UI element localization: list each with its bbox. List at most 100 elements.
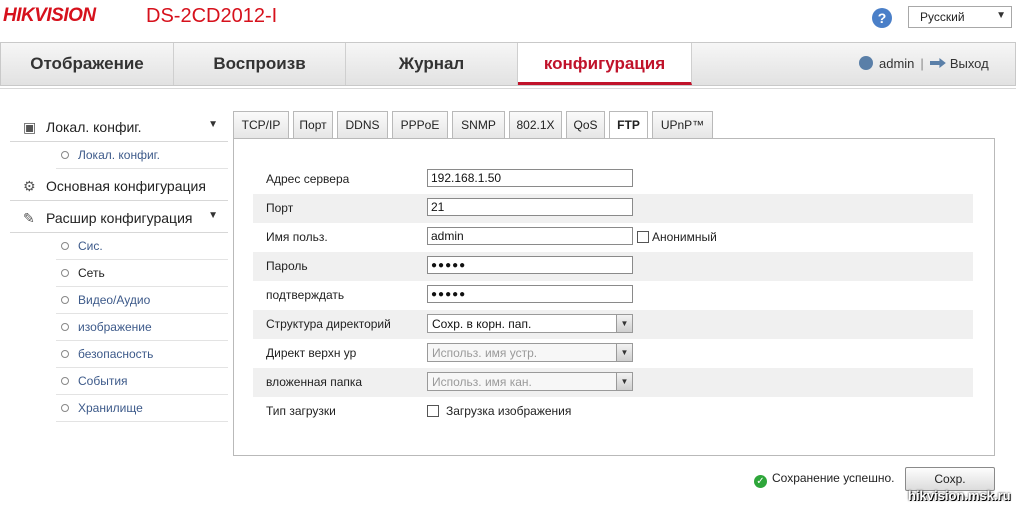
sidebar-item-label: Локал. конфиг. xyxy=(78,148,160,162)
sidebar-item-local-config[interactable]: Локал. конфиг. xyxy=(56,142,228,169)
top-header: HIKVISION DS-2CD2012-I ? Русский ▼ xyxy=(0,0,1024,38)
bullet-icon xyxy=(61,350,69,358)
bullet-icon xyxy=(61,269,69,277)
subtab-upnp[interactable]: UPnP™ xyxy=(652,111,713,138)
sidebar-item-label: Сеть xyxy=(78,266,105,280)
wrench-icon: ✎ xyxy=(23,210,35,226)
chevron-down-icon: ▼ xyxy=(616,315,632,332)
subtab-tcpip[interactable]: TCP/IP xyxy=(233,111,289,138)
chevron-down-icon: ▼ xyxy=(996,10,1006,21)
bullet-icon xyxy=(61,296,69,304)
row-server-address: Адрес сервера 192.168.1.50 xyxy=(253,165,973,194)
row-upload-type: Тип загрузки Загрузка изображения xyxy=(253,397,973,426)
check-icon: ✓ xyxy=(754,475,767,488)
row-password: Пароль ●●●●● xyxy=(253,252,973,281)
anonymous-checkbox[interactable] xyxy=(637,231,649,243)
sidebar-section-basic[interactable]: ⚙ Основная конфигурация xyxy=(10,169,228,201)
device-model: DS-2CD2012-I xyxy=(146,5,278,27)
subtab-pppoe[interactable]: PPPoE xyxy=(392,111,448,138)
brand-logo: HIKVISION xyxy=(3,5,96,26)
header-divider xyxy=(0,88,1016,89)
sidebar-item-label: События xyxy=(78,374,128,388)
sidebar-item-storage[interactable]: Хранилище xyxy=(56,395,228,422)
row-dir-structure: Структура директорий Сохр. в корн. пап. … xyxy=(253,310,973,339)
chevron-down-icon: ▼ xyxy=(208,210,218,221)
bullet-icon xyxy=(61,377,69,385)
child-dir-label: вложенная папка xyxy=(266,375,363,389)
tab-display[interactable]: Отображение xyxy=(1,43,174,85)
chevron-down-icon: ▼ xyxy=(616,344,632,361)
password-label: Пароль xyxy=(266,259,308,273)
bullet-icon xyxy=(61,242,69,250)
port-label: Порт xyxy=(266,201,294,215)
logout-icon xyxy=(929,58,946,68)
row-port: Порт 21 xyxy=(253,194,973,223)
monitor-icon: ▣ xyxy=(23,119,37,135)
upload-image-label: Загрузка изображения xyxy=(446,404,572,418)
row-parent-dir: Директ верхн ур Использ. имя устр. ▼ xyxy=(253,339,973,368)
watermark: hikvision.msk.ru xyxy=(908,488,1011,503)
main-nav: Отображение Воспроизв Журнал конфигураци… xyxy=(0,42,1016,86)
child-dir-value: Использ. имя кан. xyxy=(432,375,532,389)
port-input[interactable]: 21 xyxy=(427,198,633,216)
dir-structure-label: Структура директорий xyxy=(266,317,391,331)
subtab-qos[interactable]: QoS xyxy=(566,111,605,138)
subtab-ddns[interactable]: DDNS xyxy=(337,111,388,138)
username-label: Имя польз. xyxy=(266,230,328,244)
sidebar-item-image[interactable]: изображение xyxy=(56,314,228,341)
chevron-down-icon: ▼ xyxy=(208,119,218,130)
sidebar-item-video-audio[interactable]: Видео/Аудио xyxy=(56,287,228,314)
logout-link[interactable]: Выход xyxy=(929,56,989,71)
sidebar-item-label: Видео/Аудио xyxy=(78,293,151,307)
sidebar-section-local[interactable]: ▣ Локал. конфиг. ▼ xyxy=(10,110,228,142)
upload-image-checkbox[interactable] xyxy=(427,405,439,417)
confirm-password-input[interactable]: ●●●●● xyxy=(427,285,633,303)
anonymous-label: Анонимный xyxy=(652,230,717,244)
server-address-input[interactable]: 192.168.1.50 xyxy=(427,169,633,187)
sidebar-item-security[interactable]: безопасность xyxy=(56,341,228,368)
logout-label: Выход xyxy=(949,56,989,71)
sidebar-section-label: Основная конфигурация xyxy=(46,178,206,194)
user-box: admin | Выход xyxy=(859,56,989,71)
sidebar-section-advanced[interactable]: ✎ Расшир конфигурация ▼ xyxy=(10,201,228,233)
language-select[interactable]: Русский ▼ xyxy=(908,6,1012,28)
sidebar-item-label: безопасность xyxy=(78,347,154,361)
parent-dir-value: Использ. имя устр. xyxy=(432,346,538,360)
parent-dir-label: Директ верхн ур xyxy=(266,346,357,360)
sidebar-item-label: Сис. xyxy=(78,239,103,253)
subtab-snmp[interactable]: SNMP xyxy=(452,111,505,138)
confirm-label: подтверждать xyxy=(266,288,345,302)
dir-structure-select[interactable]: Сохр. в корн. пап. ▼ xyxy=(427,314,633,333)
sidebar-item-events[interactable]: События xyxy=(56,368,228,395)
separator: | xyxy=(920,56,924,71)
sidebar-item-network[interactable]: Сеть xyxy=(56,260,228,287)
subtab-8021x[interactable]: 802.1X xyxy=(509,111,562,138)
help-icon[interactable]: ? xyxy=(872,8,892,28)
sidebar-section-label: Локал. конфиг. xyxy=(46,119,142,135)
save-status-text: Сохранение успешно. xyxy=(772,471,895,485)
sidebar-item-system[interactable]: Сис. xyxy=(56,233,228,260)
chevron-down-icon: ▼ xyxy=(616,373,632,390)
bullet-icon xyxy=(61,323,69,331)
tab-playback[interactable]: Воспроизв xyxy=(174,43,346,85)
server-address-label: Адрес сервера xyxy=(266,172,350,186)
dir-structure-value: Сохр. в корн. пап. xyxy=(432,317,532,331)
sidebar: ▣ Локал. конфиг. ▼ Локал. конфиг. ⚙ Осно… xyxy=(10,110,228,422)
password-input[interactable]: ●●●●● xyxy=(427,256,633,274)
username-input[interactable]: admin xyxy=(427,227,633,245)
save-status: ✓ Сохранение успешно. xyxy=(754,471,895,488)
tab-configuration[interactable]: конфигурация xyxy=(518,43,692,85)
row-child-dir: вложенная папка Использ. имя кан. ▼ xyxy=(253,368,973,397)
tab-log[interactable]: Журнал xyxy=(346,43,518,85)
row-confirm: подтверждать ●●●●● xyxy=(253,281,973,310)
parent-dir-select[interactable]: Использ. имя устр. ▼ xyxy=(427,343,633,362)
language-value: Русский xyxy=(920,10,965,24)
subtab-port[interactable]: Порт xyxy=(293,111,333,138)
bullet-icon xyxy=(61,404,69,412)
username-label: admin xyxy=(879,56,915,71)
row-username: Имя польз. admin Анонимный xyxy=(253,223,973,252)
gear-icon: ⚙ xyxy=(23,178,36,194)
child-dir-select[interactable]: Использ. имя кан. ▼ xyxy=(427,372,633,391)
sidebar-item-label: Хранилище xyxy=(78,401,143,415)
subtab-ftp[interactable]: FTP xyxy=(609,111,648,139)
